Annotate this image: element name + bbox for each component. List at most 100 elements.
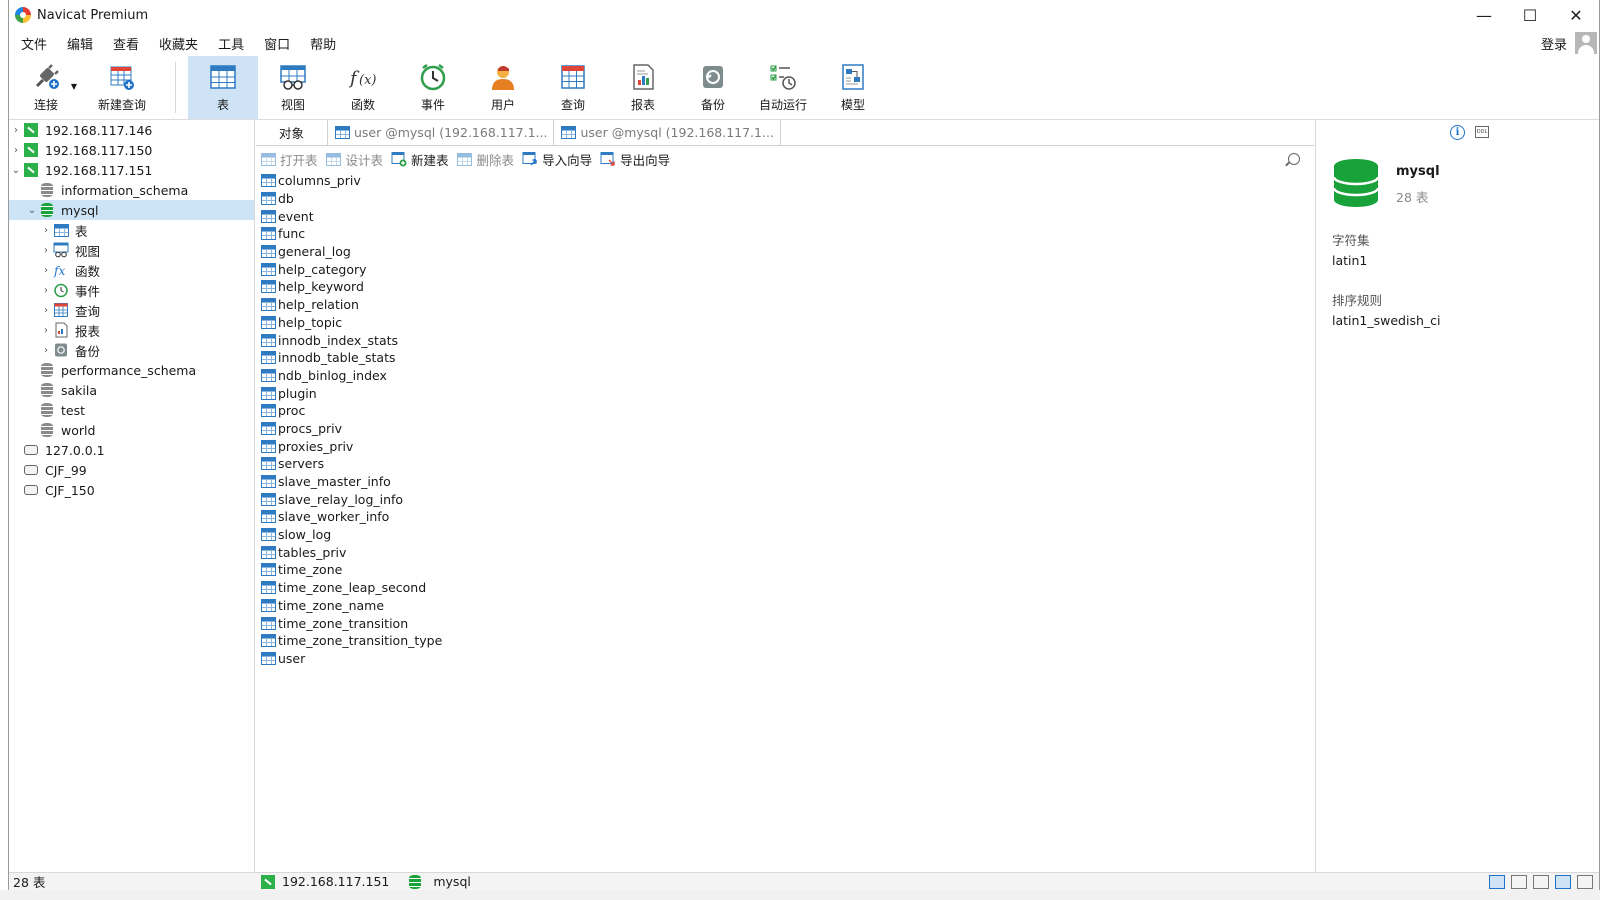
maximize-button[interactable]: ☐ bbox=[1507, 0, 1553, 30]
table-row[interactable]: proxies_priv bbox=[260, 437, 1314, 455]
connect-button[interactable]: 连接 ▼ bbox=[11, 56, 81, 119]
query-button[interactable]: 查询 bbox=[538, 56, 608, 119]
table-row[interactable]: help_relation bbox=[260, 296, 1314, 314]
table-button[interactable]: 表 bbox=[188, 56, 258, 119]
tree-connection[interactable]: › 192.168.117.150 bbox=[9, 140, 254, 160]
login-link[interactable]: 登录 bbox=[1541, 34, 1567, 53]
tree-connection[interactable]: 127.0.0.1 bbox=[9, 440, 254, 460]
table-row[interactable]: tables_priv bbox=[260, 543, 1314, 561]
table-row[interactable]: columns_priv bbox=[260, 172, 1314, 190]
import-wizard-button[interactable]: 导入向导 bbox=[522, 150, 592, 169]
table-row[interactable]: proc bbox=[260, 402, 1314, 420]
tree-database[interactable]: sakila bbox=[9, 380, 254, 400]
expand-icon[interactable]: › bbox=[39, 225, 53, 236]
user-button[interactable]: 用户 bbox=[468, 56, 538, 119]
table-row[interactable]: plugin bbox=[260, 384, 1314, 402]
table-row[interactable]: time_zone_transition bbox=[260, 614, 1314, 632]
minimize-button[interactable]: — bbox=[1461, 0, 1507, 30]
expand-icon[interactable]: › bbox=[39, 245, 53, 256]
info-icon[interactable]: i bbox=[1450, 124, 1465, 140]
detail-view-icon[interactable] bbox=[1511, 874, 1527, 889]
connect-dropdown-icon[interactable]: ▼ bbox=[71, 82, 77, 91]
event-button[interactable]: 事件 bbox=[398, 56, 468, 119]
search-icon[interactable] bbox=[1288, 153, 1300, 165]
table-row[interactable]: help_category bbox=[260, 260, 1314, 278]
menu-tools[interactable]: 工具 bbox=[212, 34, 258, 53]
tree-item-functions[interactable]: › fx 函数 bbox=[9, 260, 254, 280]
table-row[interactable]: db bbox=[260, 190, 1314, 208]
table-row[interactable]: ndb_binlog_index bbox=[260, 367, 1314, 385]
table-row[interactable]: slave_relay_log_info bbox=[260, 490, 1314, 508]
tree-item-backups[interactable]: › 备份 bbox=[9, 340, 254, 360]
new-query-button[interactable]: 新建查询 bbox=[81, 56, 163, 119]
report-button[interactable]: 报表 bbox=[608, 56, 678, 119]
avatar-icon[interactable] bbox=[1575, 32, 1597, 54]
export-wizard-button[interactable]: 导出向导 bbox=[600, 150, 670, 169]
menu-edit[interactable]: 编辑 bbox=[61, 34, 107, 53]
close-button[interactable]: ✕ bbox=[1553, 0, 1599, 30]
tree-item-tables[interactable]: › 表 bbox=[9, 220, 254, 240]
table-row[interactable]: time_zone_leap_second bbox=[260, 579, 1314, 597]
expand-icon[interactable]: › bbox=[39, 345, 53, 356]
tab-user-table-2[interactable]: user @mysql (192.168.117.1... bbox=[554, 120, 781, 145]
tab-user-table-1[interactable]: user @mysql (192.168.117.1... bbox=[328, 120, 555, 145]
info-pane-toggle-icon[interactable] bbox=[1555, 874, 1571, 889]
table-row[interactable]: servers bbox=[260, 455, 1314, 473]
expand-icon[interactable]: › bbox=[9, 145, 23, 156]
table-row[interactable]: time_zone_transition_type bbox=[260, 632, 1314, 650]
design-table-button[interactable]: 设计表 bbox=[326, 150, 383, 169]
tree-database-selected[interactable]: ⌄ mysql bbox=[9, 200, 254, 220]
tree-item-queries[interactable]: › 查询 bbox=[9, 300, 254, 320]
tab-objects[interactable]: 对象 bbox=[256, 120, 328, 145]
tree-database[interactable]: test bbox=[9, 400, 254, 420]
expand-icon[interactable]: › bbox=[39, 305, 53, 316]
list-view-icon[interactable] bbox=[1489, 874, 1505, 889]
split-pane-toggle-icon[interactable] bbox=[1577, 874, 1593, 889]
table-row[interactable]: slave_master_info bbox=[260, 473, 1314, 491]
tree-connection[interactable]: ⌄ 192.168.117.151 bbox=[9, 160, 254, 180]
tree-connection[interactable]: CJF_99 bbox=[9, 460, 254, 480]
function-button[interactable]: f (x) 函数 bbox=[328, 56, 398, 119]
tree-item-views[interactable]: › 视图 bbox=[9, 240, 254, 260]
tree-connection[interactable]: CJF_150 bbox=[9, 480, 254, 500]
table-row[interactable]: help_keyword bbox=[260, 278, 1314, 296]
tree-connection[interactable]: › 192.168.117.146 bbox=[9, 120, 254, 140]
delete-table-button[interactable]: 删除表 bbox=[457, 150, 514, 169]
table-row[interactable]: slave_worker_info bbox=[260, 508, 1314, 526]
table-row[interactable]: help_topic bbox=[260, 314, 1314, 332]
menu-view[interactable]: 查看 bbox=[107, 34, 153, 53]
expand-icon[interactable]: › bbox=[9, 125, 23, 136]
tree-database[interactable]: world bbox=[9, 420, 254, 440]
tree-database[interactable]: performance_schema bbox=[9, 360, 254, 380]
expand-icon[interactable]: › bbox=[39, 265, 53, 276]
table-row[interactable]: innodb_table_stats bbox=[260, 349, 1314, 367]
table-row[interactable]: func bbox=[260, 225, 1314, 243]
backup-button[interactable]: 备份 bbox=[678, 56, 748, 119]
auto-run-button[interactable]: 自动运行 bbox=[748, 56, 818, 119]
table-row[interactable]: procs_priv bbox=[260, 420, 1314, 438]
menu-window[interactable]: 窗口 bbox=[258, 34, 304, 53]
menu-favorites[interactable]: 收藏夹 bbox=[153, 34, 212, 53]
expand-icon[interactable]: › bbox=[39, 325, 53, 336]
table-row[interactable]: innodb_index_stats bbox=[260, 331, 1314, 349]
open-table-button[interactable]: 打开表 bbox=[260, 150, 318, 169]
expand-icon[interactable]: › bbox=[39, 285, 53, 296]
table-row[interactable]: general_log bbox=[260, 243, 1314, 261]
table-row[interactable]: slow_log bbox=[260, 526, 1314, 544]
collapse-icon[interactable]: ⌄ bbox=[9, 165, 23, 176]
tree-database[interactable]: information_schema bbox=[9, 180, 254, 200]
tree-item-reports[interactable]: › 报表 bbox=[9, 320, 254, 340]
view-button[interactable]: 视图 bbox=[258, 56, 328, 119]
table-row[interactable]: time_zone bbox=[260, 561, 1314, 579]
tree-item-events[interactable]: › 事件 bbox=[9, 280, 254, 300]
menu-file[interactable]: 文件 bbox=[15, 34, 61, 53]
menu-help[interactable]: 帮助 bbox=[304, 34, 350, 53]
collapse-icon[interactable]: ⌄ bbox=[25, 205, 39, 216]
grid-view-icon[interactable] bbox=[1533, 874, 1549, 889]
new-table-button[interactable]: 新建表 bbox=[391, 150, 449, 169]
ddl-icon[interactable]: DDL bbox=[1475, 126, 1489, 138]
table-row[interactable]: user bbox=[260, 650, 1314, 668]
table-row[interactable]: event bbox=[260, 207, 1314, 225]
table-row[interactable]: time_zone_name bbox=[260, 597, 1314, 615]
model-button[interactable]: 模型 bbox=[818, 56, 888, 119]
